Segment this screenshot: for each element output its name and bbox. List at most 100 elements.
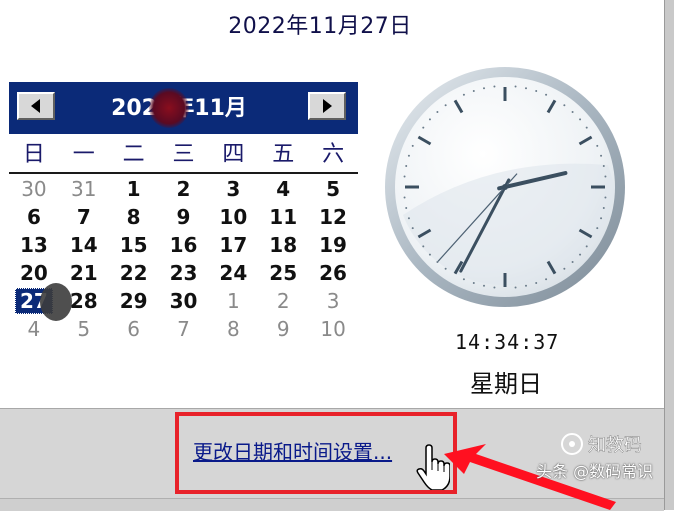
calendar-day[interactable]: 7 xyxy=(159,315,209,343)
clock-minute-tick xyxy=(535,282,538,285)
right-triangle-icon xyxy=(323,99,332,113)
calendar-day[interactable]: 17 xyxy=(208,231,258,259)
clock-minute-tick xyxy=(524,284,527,287)
clock-minute-tick xyxy=(411,227,414,230)
calendar-day[interactable]: 6 xyxy=(109,315,159,343)
calendar-day[interactable]: 6 xyxy=(9,203,59,231)
clock-minute-tick xyxy=(422,245,425,248)
calendar-day[interactable]: 31 xyxy=(59,175,109,203)
clock-minute-tick xyxy=(444,267,447,270)
clock-minute-tick xyxy=(524,87,527,90)
calendar-day[interactable]: 7 xyxy=(59,203,109,231)
clock-minute-tick xyxy=(462,278,465,281)
weekday-header-cell: 五 xyxy=(272,142,295,167)
calendar-day[interactable]: 26 xyxy=(308,259,358,287)
calendar-day[interactable]: 8 xyxy=(109,203,159,231)
calendar-day[interactable]: 29 xyxy=(109,287,159,315)
clock-minute-tick xyxy=(571,261,574,264)
weekday-header-cell: 六 xyxy=(322,142,345,167)
weekday-header-cell: 一 xyxy=(72,142,95,167)
clock-minute-tick xyxy=(604,175,607,178)
clock-minute-tick xyxy=(472,282,475,285)
calendar-day[interactable]: 10 xyxy=(208,203,258,231)
calendar-day[interactable]: 5 xyxy=(59,315,109,343)
svg-text:知教码: 知教码 xyxy=(588,435,642,456)
calendar-day[interactable]: 5 xyxy=(308,175,358,203)
calendar-day[interactable]: 11 xyxy=(258,203,308,231)
calendar-day[interactable]: 30 xyxy=(159,287,209,315)
prev-month-button[interactable] xyxy=(17,92,55,120)
clock-minute-tick xyxy=(600,154,603,157)
calendar-day[interactable]: 13 xyxy=(9,231,59,259)
change-datetime-settings-link[interactable]: 更改日期和时间设置... xyxy=(193,436,392,465)
calendar-day[interactable]: 9 xyxy=(258,315,308,343)
next-month-button[interactable] xyxy=(308,92,346,120)
calendar-day[interactable]: 15 xyxy=(109,231,159,259)
clock-minute-tick xyxy=(405,206,408,209)
calendar-day[interactable]: 21 xyxy=(59,259,109,287)
clock-minute-tick xyxy=(585,126,588,129)
clock-minute-tick xyxy=(514,286,517,289)
calendar-day[interactable]: 22 xyxy=(109,259,159,287)
calendar-day[interactable]: 10 xyxy=(308,315,358,343)
clock-minute-tick xyxy=(472,89,475,92)
clock-minute-tick xyxy=(483,87,486,90)
clock-minute-tick xyxy=(407,217,410,220)
calendar-day[interactable]: 19 xyxy=(308,231,358,259)
clock-minute-tick xyxy=(604,196,607,199)
calendar-header: 2022年11月 xyxy=(9,82,358,134)
weekday-header-cell: 二 xyxy=(122,142,145,167)
clock-minute-tick xyxy=(579,253,582,256)
calendar-day[interactable]: 14 xyxy=(59,231,109,259)
clock-minute-tick xyxy=(602,165,605,168)
clock-minute-tick xyxy=(493,85,496,88)
calendar-day[interactable]: 30 xyxy=(9,175,59,203)
clock-minute-tick xyxy=(571,110,574,113)
clock-minute-tick xyxy=(493,286,496,289)
clock-minute-tick xyxy=(602,206,605,209)
calendar-day[interactable]: 1 xyxy=(208,287,258,315)
clock-minute-tick xyxy=(436,110,439,113)
calendar-day[interactable]: 24 xyxy=(208,259,258,287)
calendar-day[interactable]: 9 xyxy=(159,203,209,231)
clock-minute-tick xyxy=(600,217,603,220)
clock-minute-tick xyxy=(545,93,548,96)
clock-minute-tick xyxy=(403,175,406,178)
calendar-day[interactable]: 3 xyxy=(208,175,258,203)
calendar-day[interactable]: 12 xyxy=(308,203,358,231)
calendar-day[interactable]: 23 xyxy=(159,259,209,287)
calendar-day[interactable]: 1 xyxy=(109,175,159,203)
clock-minute-tick xyxy=(405,165,408,168)
date-title: 2022年11月27日 xyxy=(228,14,412,39)
digital-time: 14:34:37 xyxy=(455,330,560,354)
clock-minute-tick xyxy=(428,253,431,256)
calendar-day[interactable]: 2 xyxy=(258,287,308,315)
redaction-smudge xyxy=(149,88,189,128)
calendar-day[interactable]: 2 xyxy=(159,175,209,203)
date-time-panel: 2022年11月27日 2022年11月 日一二三四五六 30311234567… xyxy=(0,0,664,408)
clock-minute-tick xyxy=(514,85,517,88)
clock-minute-tick xyxy=(407,154,410,157)
weekday-header-cell: 三 xyxy=(172,142,195,167)
clock-minute-tick xyxy=(585,245,588,248)
left-triangle-icon xyxy=(31,99,40,113)
calendar-day[interactable]: 18 xyxy=(258,231,308,259)
analog-clock xyxy=(385,67,625,307)
watermark-brand-logo: 知教码 xyxy=(561,433,642,456)
clock-minute-tick xyxy=(596,227,599,230)
clock-minute-tick xyxy=(428,118,431,121)
calendar-day[interactable]: 25 xyxy=(258,259,308,287)
clock-minute-tick xyxy=(436,261,439,264)
calendar-day[interactable]: 4 xyxy=(258,175,308,203)
weekday-header-cell: 四 xyxy=(222,142,245,167)
clock-minute-tick xyxy=(596,144,599,147)
window-right-border xyxy=(664,0,674,510)
clock-minute-tick xyxy=(403,196,406,199)
watermark-text: 头条 @数码常识 xyxy=(536,462,654,481)
calendar-day[interactable]: 8 xyxy=(208,315,258,343)
clock-minute-tick xyxy=(579,118,582,121)
clock-minute-tick xyxy=(563,267,566,270)
clock-minute-tick xyxy=(545,278,548,281)
calendar-day[interactable]: 3 xyxy=(308,287,358,315)
calendar-day[interactable]: 16 xyxy=(159,231,209,259)
